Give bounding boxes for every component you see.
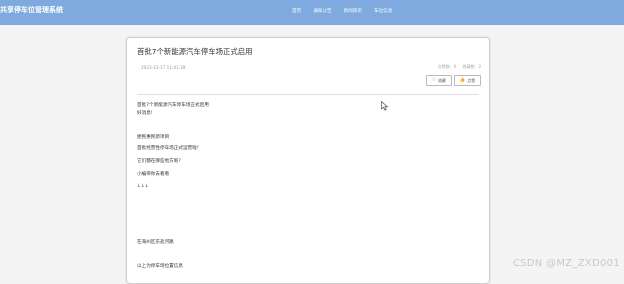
article-publish-time: 2023-12-17 11:41:39	[141, 65, 186, 70]
content-line: 便民惠民新项目	[137, 135, 170, 140]
collect-button-label: 收藏	[438, 78, 446, 83]
content-line: 首批经营性停车场正式运营啦！	[137, 146, 202, 151]
nav-item-news[interactable]: 新闻资讯	[344, 8, 362, 14]
like-button[interactable]: 👍 点赞	[453, 75, 481, 86]
site-brand[interactable]: 共享停车位管理系统	[0, 5, 63, 15]
watermark: CSDN @MZ_ZXD001	[512, 258, 620, 269]
content-line	[137, 126, 477, 134]
thumbs-up-icon: 👍	[459, 78, 466, 83]
content-line	[137, 205, 477, 213]
content-line: 小编带你去看看	[137, 172, 170, 177]
content-line: 首批7个新能源汽车停车场正式启用	[137, 103, 209, 108]
collect-count: 收藏数：0	[462, 64, 481, 69]
content-line: 以上为停车场位置信息	[137, 264, 183, 269]
content-line	[137, 118, 477, 126]
heart-icon: ♡	[432, 78, 437, 83]
content-line: 在海州区东盐河路	[137, 240, 174, 245]
article-actions: ♡ 收藏 👍 点赞	[424, 75, 481, 86]
content-line: 好消息!	[137, 111, 153, 116]
content-divider	[137, 94, 479, 95]
content-line	[137, 221, 477, 229]
content-line: ↓↓↓	[137, 184, 149, 189]
nav-item-parking-info[interactable]: 车位信息	[374, 8, 392, 14]
article-stats: 点赞数：0 收藏数：0	[433, 64, 481, 70]
content-line	[137, 213, 477, 221]
main-nav: 首页 通知公告 新闻资讯 车位信息	[292, 8, 404, 14]
collect-button[interactable]: ♡ 收藏	[426, 75, 452, 86]
like-button-label: 点赞	[467, 78, 475, 83]
mouse-cursor-icon	[381, 101, 389, 111]
nav-item-home[interactable]: 首页	[292, 8, 301, 14]
top-navigation-bar: 共享停车位管理系统 首页 通知公告 新闻资讯 车位信息	[0, 0, 624, 25]
content-line: 它们都在哪些地方呢?	[137, 159, 181, 164]
article-title: 首批7个新能源汽车停车场正式启用	[137, 47, 253, 56]
article-content: 首批7个新能源汽车停车场正式启用 好消息! 便民惠民新项目 首批经营性停车场正式…	[137, 102, 477, 271]
article-card: 首批7个新能源汽车停车场正式启用 2023-12-17 11:41:39 点赞数…	[126, 37, 490, 284]
content-line	[137, 254, 477, 263]
content-line	[137, 197, 477, 205]
nav-item-notice[interactable]: 通知公告	[313, 8, 331, 14]
content-line	[137, 229, 477, 239]
like-count: 点赞数：0	[437, 64, 457, 69]
